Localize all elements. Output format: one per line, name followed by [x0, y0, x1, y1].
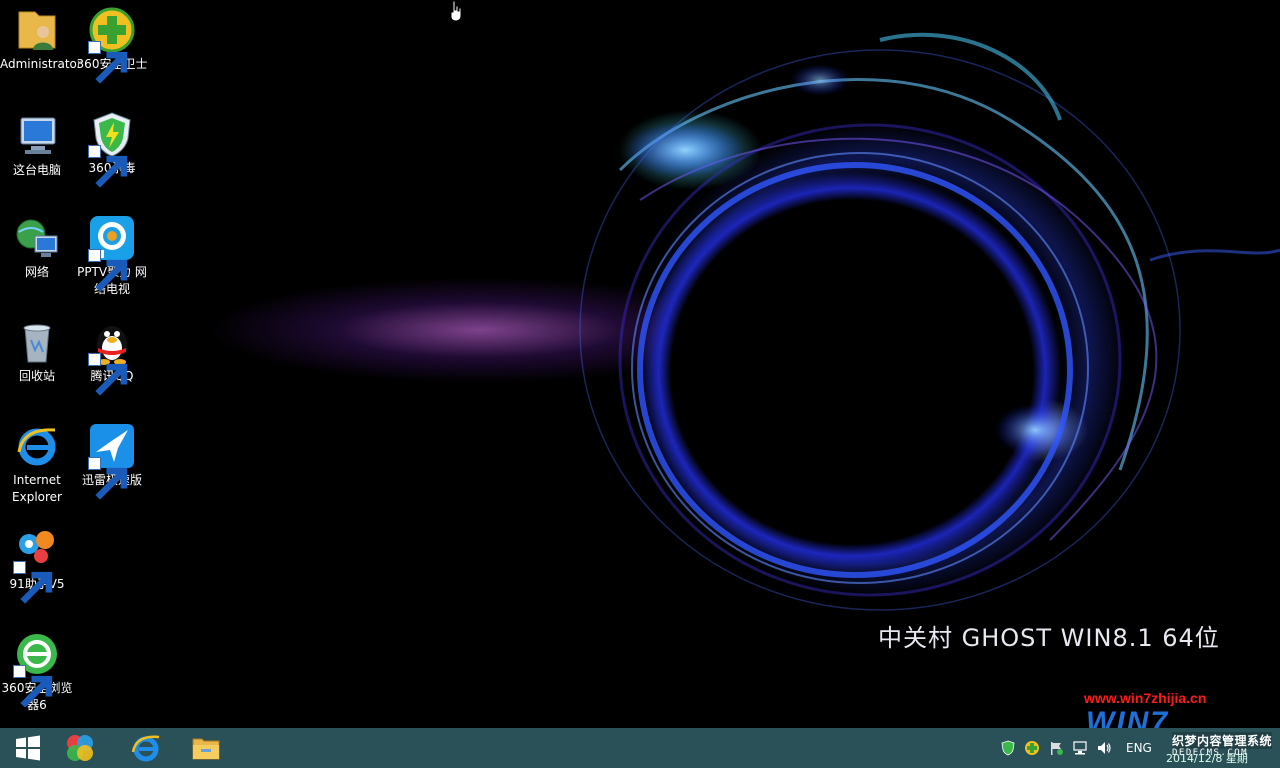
watermark-cms-name: 织梦内容管理系统 — [1172, 732, 1273, 749]
input-language-indicator[interactable]: ENG — [1126, 741, 1152, 755]
network-tray-icon[interactable] — [1072, 740, 1088, 756]
computer-icon — [20, 117, 56, 154]
desktop-icon-xunlei[interactable]: 迅雷极速版 — [75, 422, 149, 500]
flag-tray-icon[interactable] — [1048, 740, 1064, 756]
watermark-cms-domain: DEDECMS.COM — [1172, 748, 1249, 758]
desktop-icon-network[interactable]: 网络 — [0, 214, 74, 281]
desktop-wallpaper: 中关村 GHOST WIN8.1 64位 — [0, 0, 1280, 728]
shortcut-arrow-icon — [13, 561, 53, 604]
desktop-icon-360-browser[interactable]: 360安全浏览器6 — [0, 630, 74, 714]
user-folder-icon — [18, 11, 56, 50]
desktop-icon-360-safe[interactable]: 360安全卫士 — [75, 6, 149, 84]
shield-tray-icon[interactable] — [1000, 740, 1016, 756]
desktop-icon-label: Internet Explorer — [12, 473, 62, 504]
wallpaper-brand-text: 中关村 GHOST WIN8.1 64位 — [878, 624, 1220, 652]
360-app-icon — [67, 735, 93, 761]
internet-explorer-icon — [17, 428, 56, 466]
desktop-icon-internet-explorer[interactable]: Internet Explorer — [0, 422, 74, 506]
desktop-icon-pptv[interactable]: PPTV聚力 网络电视 — [75, 214, 149, 298]
shortcut-arrow-icon — [13, 665, 53, 708]
internet-explorer-icon — [131, 735, 160, 762]
desktop-icon-label: 网络 — [24, 265, 49, 279]
taskbar-file-explorer[interactable] — [178, 728, 234, 768]
watermark-url: www.win7zhijia.cn — [1084, 690, 1207, 706]
desktop-icon-recycle-bin[interactable]: 回收站 — [0, 318, 74, 385]
windows-start-icon — [16, 735, 40, 761]
desktop-icon-91-assistant[interactable]: 91助手V5 — [0, 526, 74, 604]
file-explorer-icon — [192, 738, 220, 760]
shortcut-arrow-icon — [88, 41, 128, 84]
desktop-icon-administrator[interactable]: Administrator — [0, 6, 82, 73]
desktop-icon-360-antivirus[interactable]: 360杀毒 — [75, 110, 149, 188]
desktop-icon-label: 回收站 — [18, 369, 55, 383]
taskbar-360-app[interactable] — [52, 728, 108, 768]
desktop-icon-qq[interactable]: 腾讯QQ — [75, 318, 149, 396]
shortcut-arrow-icon — [88, 457, 128, 500]
taskbar: ENG 2014/12/8 星期 — [0, 728, 1280, 768]
hand-cursor-icon — [448, 0, 464, 22]
start-button[interactable] — [0, 728, 56, 768]
desktop-icon-label: 这台电脑 — [12, 163, 61, 177]
volume-tray-icon[interactable] — [1096, 740, 1112, 756]
shortcut-arrow-icon — [88, 145, 128, 188]
desktop-icon-label: Administrator — [0, 57, 82, 71]
taskbar-internet-explorer[interactable] — [118, 728, 174, 768]
desktop-icon-this-pc[interactable]: 这台电脑 — [0, 112, 74, 179]
360-tray-icon[interactable] — [1024, 740, 1040, 756]
network-icon — [16, 219, 58, 257]
shortcut-arrow-icon — [88, 249, 128, 292]
shortcut-arrow-icon — [88, 353, 128, 396]
recycle-bin-icon — [23, 324, 51, 363]
